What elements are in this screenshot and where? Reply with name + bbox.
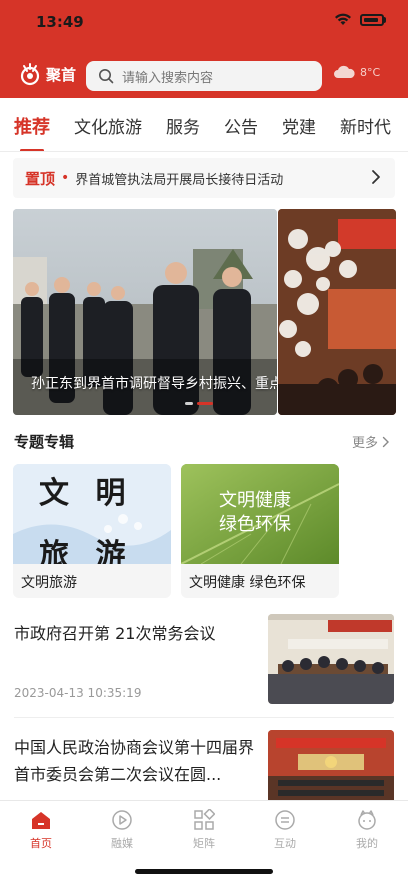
banner-photo-next [278,209,396,415]
wifi-icon [335,13,351,25]
tab-announcement[interactable]: 公告 [224,113,258,138]
search-icon [99,69,114,84]
pinned-dot: • [61,170,70,186]
carousel-indicator [185,402,213,405]
home-indicator [135,869,273,874]
logo-text: 聚首 [46,65,77,84]
pinned-text: 界首城管执法局开展局长接待日活动 [75,172,284,188]
search-input[interactable]: 请输入搜索内容 [86,61,322,91]
topic-image-text: 文 明 [39,476,134,511]
status-time: 13:49 [36,13,84,31]
chevron-right-icon [372,170,380,184]
nav-label: 融媒 [111,837,133,850]
app-logo[interactable]: 聚首 [18,62,76,86]
news-title: 市政府召开第 21次常务会议 [14,624,216,643]
nav-interact[interactable]: 互动 [255,809,315,851]
tab-service[interactable]: 服务 [166,113,200,138]
nav-label: 我的 [356,837,378,850]
topics-title: 专题专辑 [14,433,75,451]
carousel-dot-active [197,402,213,405]
category-tabs: 推荐 文化旅游 服务 公告 党建 新时代 [0,100,408,152]
battery-icon [360,13,384,26]
topic-image: 文 明 旅 游 [13,464,171,564]
topic-label: 文明健康 绿色环保 [189,575,306,591]
play-circle-icon [112,810,132,830]
topic-card-green-health[interactable]: 文明健康 绿色环保 文明健康 绿色环保 [181,464,339,598]
pinned-label: 置顶 [25,169,56,188]
status-icons [334,13,386,26]
weather-widget[interactable]: 8°C [332,64,380,80]
topic-image: 文明健康 绿色环保 [181,464,339,564]
tab-new-era[interactable]: 新时代 [340,113,391,138]
search-placeholder: 请输入搜索内容 [122,70,214,86]
grid-icon [194,809,215,830]
tab-party-building[interactable]: 党建 [282,113,316,138]
chevron-right-icon [382,436,389,447]
tab-culture-tourism[interactable]: 文化旅游 [74,113,142,138]
pinned-news[interactable]: 置顶 • 界首城管执法局开展局长接待日活动 [13,158,395,198]
banner-caption: 孙正东到界首市调研督导乡村振兴、重点项目... [31,376,277,392]
more-label: 更多 [351,436,378,451]
divider [14,717,394,718]
nav-matrix[interactable]: 矩阵 [174,809,234,851]
nav-home[interactable]: 首页 [11,809,71,851]
topic-image-text: 旅 游 [39,538,134,564]
banner-slide[interactable]: 孙正东到界首市调研督导乡村振兴、重点项目... [13,209,277,415]
nav-label: 矩阵 [193,837,215,850]
more-link[interactable]: 更多 [352,432,390,451]
news-date: 2023-04-13 10:35:19 [14,686,142,700]
weather-temperature: 8°C [360,65,381,79]
chat-icon [275,810,295,830]
news-item[interactable]: 中国人民政治协商会议第十四届界首市委员会第二次会议在圆... [0,730,408,800]
news-item[interactable]: 市政府召开第 21次常务会议 2023-04-13 10:35:19 [0,612,408,720]
nav-media[interactable]: 融媒 [92,809,152,851]
user-icon [358,810,376,830]
app-header: 13:49 聚首 请输入搜索内容 8°C [0,0,408,98]
news-title: 中国人民政治协商会议第十四届界首市委员会第二次会议在圆... [14,738,255,784]
topic-image-text: 文明健康 [219,490,291,511]
news-thumbnail [268,730,394,800]
carousel-dot [185,402,193,405]
home-icon [32,812,50,829]
nav-label: 互动 [274,837,296,850]
cloud-icon [334,65,355,78]
nav-label: 首页 [30,837,52,850]
logo-icon [20,63,40,86]
topic-card-civilized-tourism[interactable]: 文 明 旅 游 文明旅游 [13,464,171,598]
topic-label: 文明旅游 [21,575,77,591]
news-thumbnail [268,614,394,704]
tab-recommend[interactable]: 推荐 [14,113,50,151]
nav-profile[interactable]: 我的 [337,809,397,851]
banner-slide-next[interactable] [278,209,396,415]
topic-image-text: 绿色环保 [219,514,291,535]
